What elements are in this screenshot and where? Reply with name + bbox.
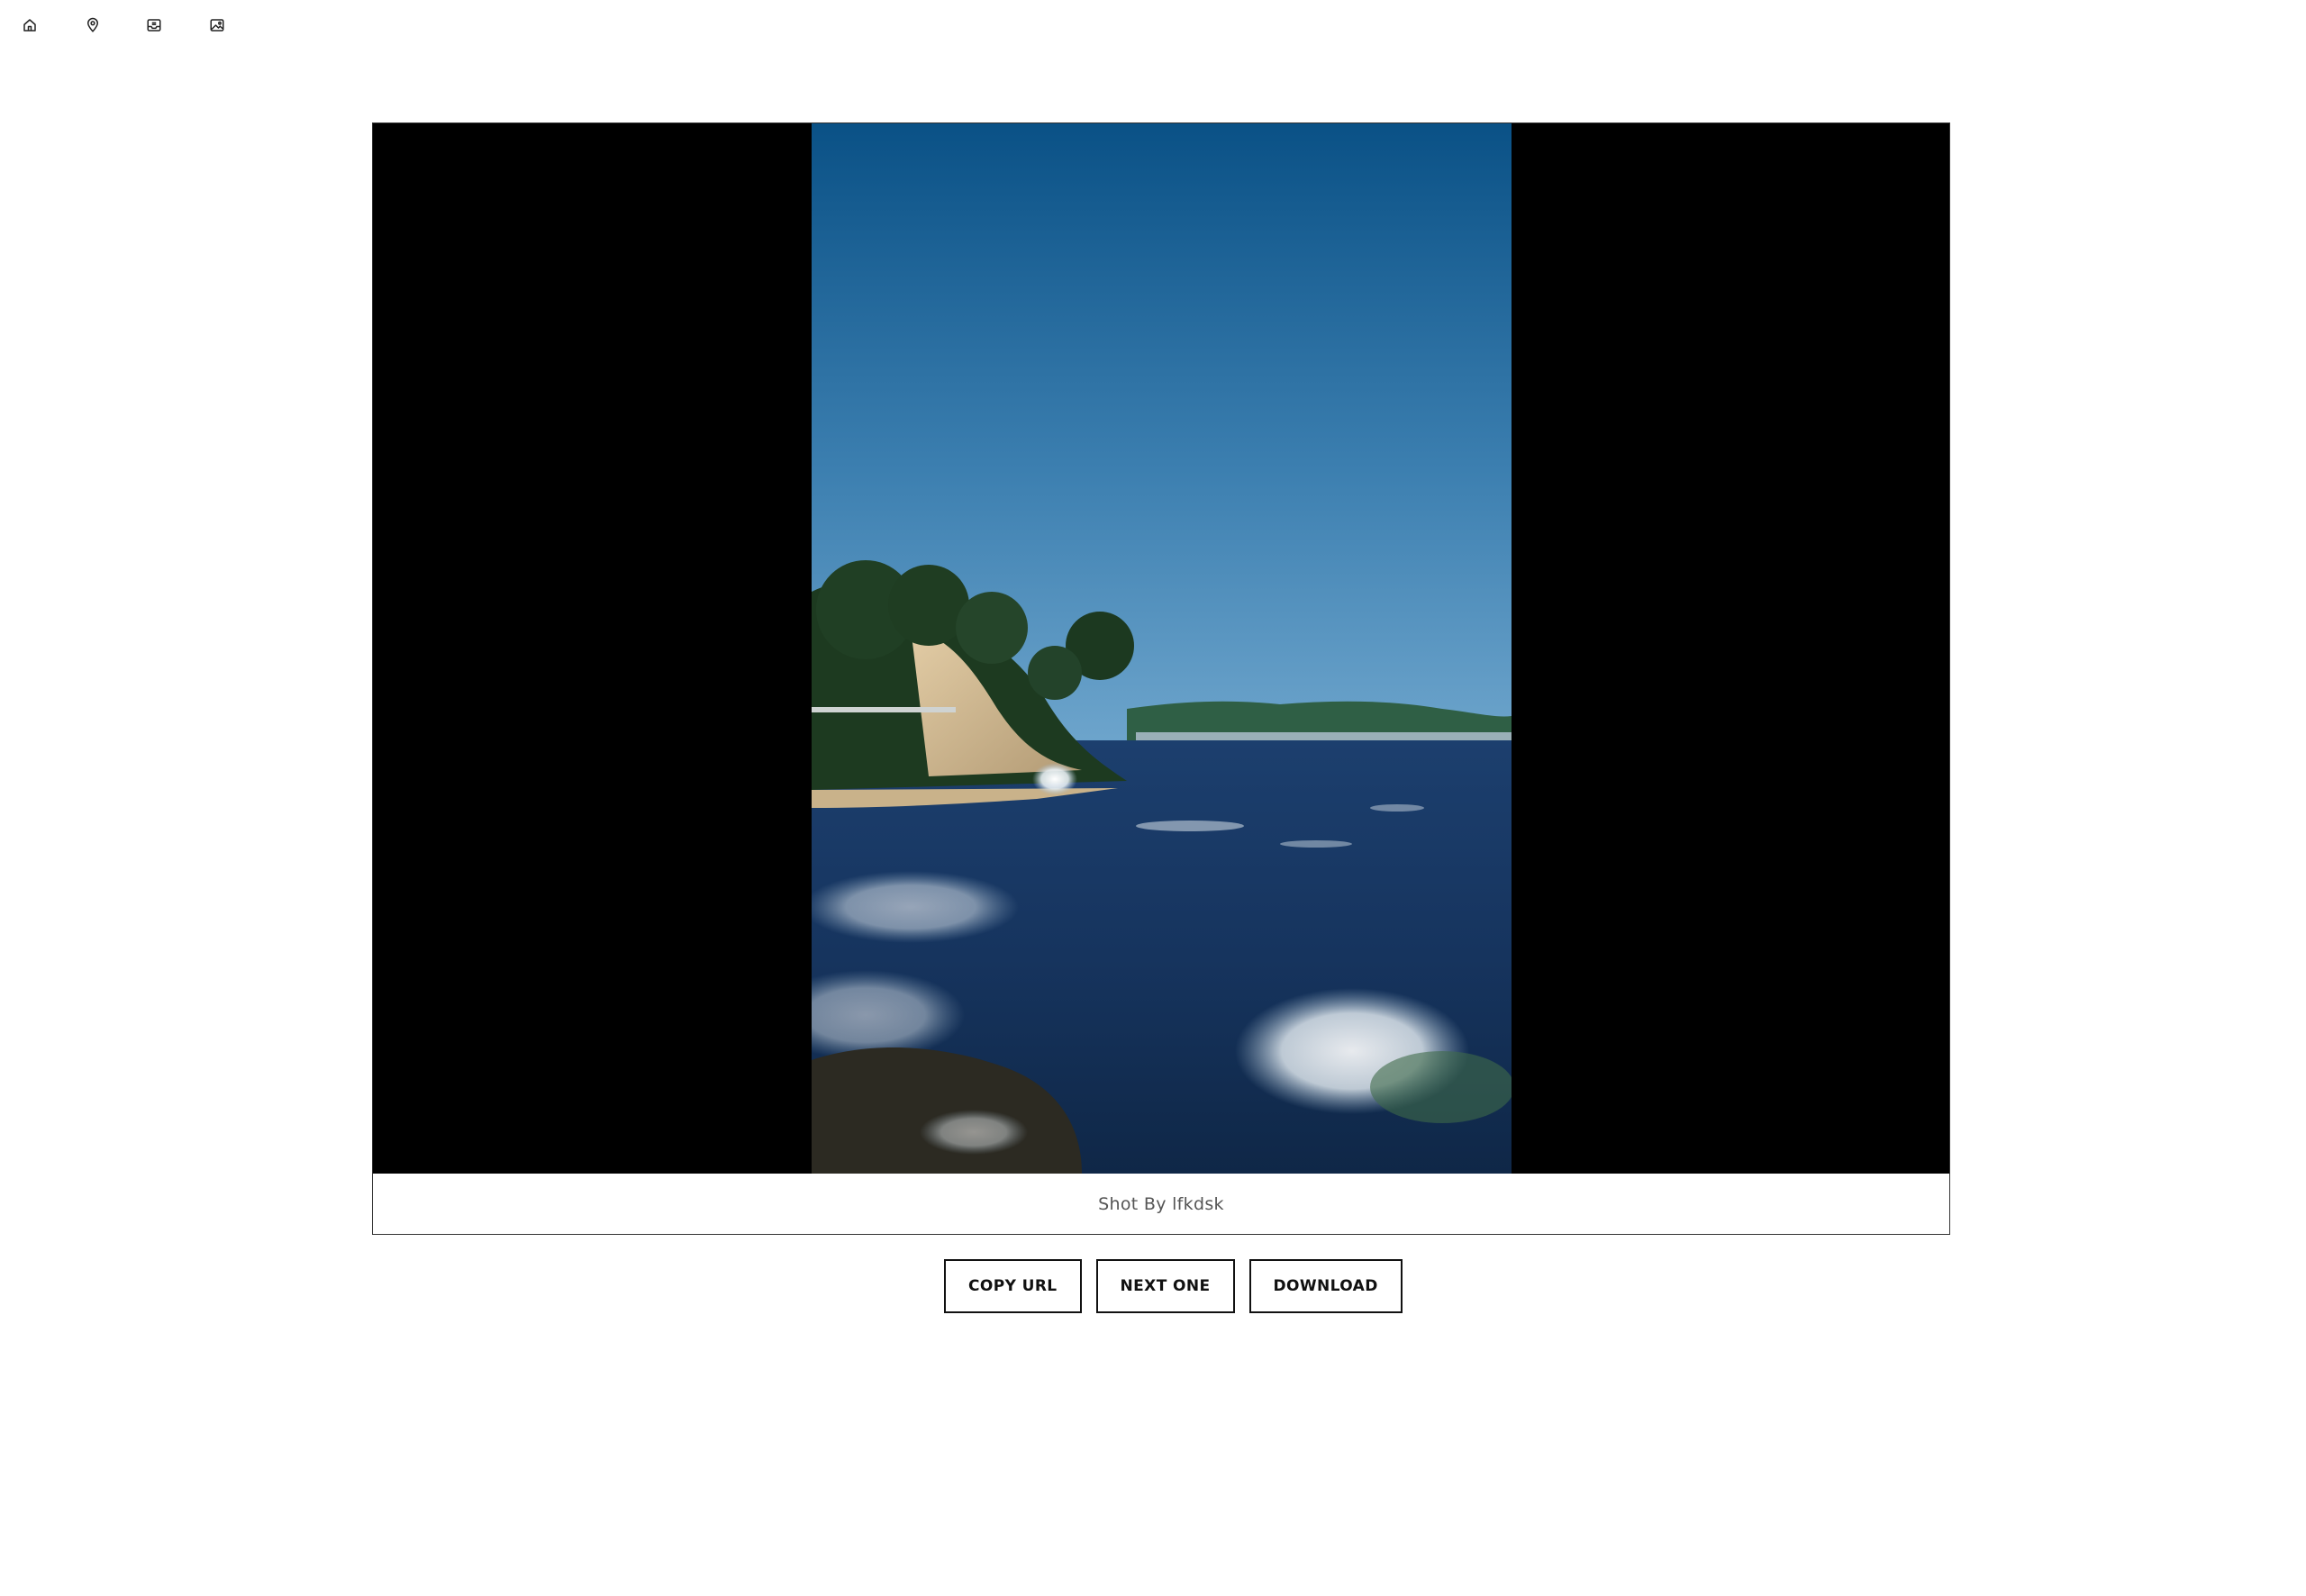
- next-one-button[interactable]: NEXT ONE: [1095, 1259, 1235, 1313]
- photo-viewer: [373, 123, 1949, 1174]
- top-nav: [0, 0, 2306, 50]
- coastal-photo: [812, 123, 1512, 1174]
- image-icon[interactable]: [207, 15, 227, 35]
- photo-card: Shot By lfkdsk: [372, 122, 1950, 1235]
- home-icon[interactable]: [20, 15, 40, 35]
- inbox-icon[interactable]: [144, 15, 164, 35]
- copy-url-button[interactable]: COPY URL: [944, 1259, 1082, 1313]
- download-button[interactable]: DOWNLOAD: [1248, 1259, 1403, 1313]
- action-bar: COPY URL NEXT ONE DOWNLOAD: [944, 1259, 1403, 1313]
- photo-caption: Shot By lfkdsk: [1098, 1193, 1224, 1214]
- map-pin-icon[interactable]: [83, 15, 103, 35]
